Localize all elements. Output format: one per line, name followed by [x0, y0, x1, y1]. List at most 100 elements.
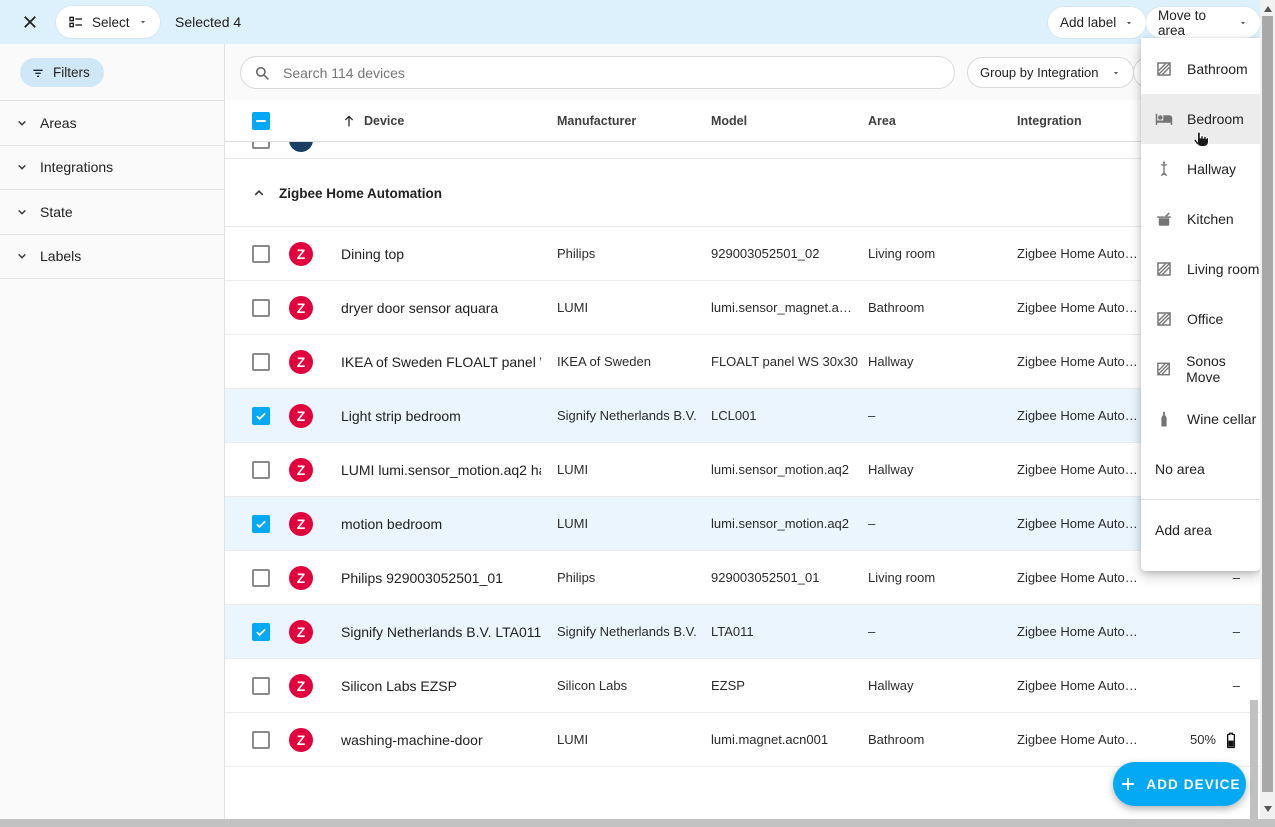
- add-label-button[interactable]: Add label: [1048, 7, 1146, 38]
- sidebar-section-labels[interactable]: Labels: [0, 235, 224, 280]
- zigbee-logo-icon: Z: [289, 512, 313, 536]
- menu-item-living-room[interactable]: Living room: [1141, 244, 1260, 294]
- table-row[interactable]: Zwashing-machine-doorLUMIlumi.magnet.acn…: [225, 713, 1260, 767]
- table-row[interactable]: ZIKEA of Sweden FLOALT panel WSIKEA of S…: [225, 335, 1260, 389]
- filters-button[interactable]: Filters: [20, 58, 104, 87]
- row-checkbox[interactable]: [252, 731, 270, 749]
- selection-toolbar: Select Selected 4 Add label Move to area: [0, 0, 1260, 44]
- row-checkbox[interactable]: [252, 142, 270, 149]
- select-list-icon: [68, 14, 84, 30]
- table-row[interactable]: ZDining topPhilips929003052501_02Living …: [225, 227, 1260, 281]
- device-area: Hallway: [868, 335, 1008, 388]
- row-checkbox[interactable]: [252, 461, 270, 479]
- selected-count: Selected 4: [175, 0, 241, 44]
- filter-sidebar: Filters AreasIntegrationsStateLabels: [0, 44, 225, 819]
- menu-item-label: Bedroom: [1187, 111, 1244, 127]
- table-row-partial[interactable]: [225, 142, 1260, 159]
- menu-item-bedroom[interactable]: Bedroom: [1141, 94, 1260, 144]
- checkbox-indeterminate[interactable]: [252, 112, 270, 130]
- device-name: Philips 929003052501_01: [341, 551, 541, 604]
- device-name: Light strip bedroom: [341, 389, 541, 442]
- column-header-device[interactable]: Device: [341, 100, 404, 142]
- menu-item-sonos-move[interactable]: Sonos Move: [1141, 344, 1260, 394]
- sidebar-section-integrations[interactable]: Integrations: [0, 146, 224, 191]
- device-model: lumi.sensor_motion.aq2: [711, 443, 859, 496]
- table-row[interactable]: Zdryer door sensor aquaraLUMIlumi.sensor…: [225, 281, 1260, 335]
- device-area: –: [868, 497, 1008, 550]
- column-header-model[interactable]: Model: [711, 100, 747, 142]
- page-scrollbar-thumb[interactable]: [1262, 16, 1273, 792]
- menu-item-hallway[interactable]: Hallway: [1141, 144, 1260, 194]
- group-by-button[interactable]: Group by Integration: [967, 57, 1134, 88]
- sidebar-sections: AreasIntegrationsStateLabels: [0, 100, 224, 279]
- group-label: Zigbee Home Automation: [279, 186, 442, 201]
- device-manufacturer: LUMI: [557, 497, 705, 550]
- chevron-down-icon: [14, 204, 30, 220]
- device-integration: Zigbee Home Automation: [1017, 713, 1143, 766]
- device-area: –: [868, 605, 1008, 658]
- table-row[interactable]: ZPhilips 929003052501_01Philips929003052…: [225, 551, 1260, 605]
- search-field[interactable]: [240, 56, 955, 89]
- device-integration: Zigbee Home Automation: [1017, 281, 1143, 334]
- page-scrollbar[interactable]: [1260, 0, 1275, 827]
- move-to-area-menu: Bathroom Bedroom Hallway Kitchen Living room…: [1141, 38, 1260, 571]
- table-row[interactable]: ZSignify Netherlands B.V. LTA011Signify …: [225, 605, 1260, 659]
- menu-item-label: Bathroom: [1187, 61, 1248, 77]
- device-name: IKEA of Sweden FLOALT panel WS: [341, 335, 541, 388]
- coat-rack-icon: [1155, 160, 1173, 178]
- caret-down-icon: [1124, 18, 1134, 28]
- row-checkbox[interactable]: [252, 569, 270, 587]
- menu-item-wine-cellar[interactable]: Wine cellar: [1141, 394, 1260, 444]
- device-area: Living room: [868, 227, 1008, 280]
- table-row[interactable]: ZSilicon Labs EZSPSilicon LabsEZSPHallwa…: [225, 659, 1260, 713]
- horizontal-scrollbar[interactable]: [0, 819, 1275, 827]
- menu-item-label: Kitchen: [1187, 211, 1234, 227]
- menu-item-office[interactable]: Office: [1141, 294, 1260, 344]
- group-header[interactable]: Zigbee Home Automation: [225, 160, 1260, 227]
- menu-item-add-area[interactable]: Add area: [1141, 505, 1260, 555]
- row-checkbox[interactable]: [252, 623, 270, 641]
- device-model: lumi.sensor_magnet.a…: [711, 281, 859, 334]
- select-mode-button[interactable]: Select: [56, 6, 160, 38]
- zigbee-logo-icon: Z: [289, 404, 313, 428]
- close-icon[interactable]: [21, 13, 39, 31]
- device-integration: Zigbee Home Automation: [1017, 497, 1143, 550]
- menu-item-bathroom[interactable]: Bathroom: [1141, 44, 1260, 94]
- column-header-area[interactable]: Area: [868, 100, 896, 142]
- device-manufacturer: LUMI: [557, 443, 705, 496]
- row-checkbox[interactable]: [252, 353, 270, 371]
- select-all-checkbox[interactable]: [252, 100, 270, 142]
- device-area: Bathroom: [868, 713, 1008, 766]
- menu-item-label: Wine cellar: [1187, 411, 1256, 427]
- table-row[interactable]: ZLight strip bedroomSignify Netherlands …: [225, 389, 1260, 443]
- chevron-down-icon: [14, 248, 30, 264]
- table-row[interactable]: Zmotion bedroomLUMIlumi.sensor_motion.aq…: [225, 497, 1260, 551]
- table-row[interactable]: ZLUMI lumi.sensor_motion.aq2 hallwayLUMI…: [225, 443, 1260, 497]
- scroll-up-icon[interactable]: [1264, 6, 1272, 12]
- texture-icon: [1155, 360, 1172, 378]
- device-integration: Zigbee Home Automation: [1017, 551, 1143, 604]
- add-device-button[interactable]: ADD DEVICE: [1113, 762, 1246, 806]
- menu-item-label: Living room: [1187, 261, 1259, 277]
- column-header-integration[interactable]: Integration: [1017, 100, 1082, 142]
- column-label: Manufacturer: [557, 114, 636, 128]
- row-checkbox[interactable]: [252, 515, 270, 533]
- device-area: Living room: [868, 551, 1008, 604]
- sidebar-section-areas[interactable]: Areas: [0, 100, 224, 146]
- table-header: Device Manufacturer Model Area Integration: [225, 100, 1260, 142]
- search-input[interactable]: [281, 64, 942, 82]
- move-to-area-button[interactable]: Move to area: [1146, 7, 1260, 38]
- menu-item-label: Hallway: [1187, 161, 1236, 177]
- table-scrollbar-thumb[interactable]: [1250, 700, 1258, 819]
- row-checkbox[interactable]: [252, 677, 270, 695]
- row-checkbox[interactable]: [252, 245, 270, 263]
- menu-item-no-area[interactable]: No area: [1141, 444, 1260, 494]
- column-header-manufacturer[interactable]: Manufacturer: [557, 100, 636, 142]
- row-checkbox[interactable]: [252, 407, 270, 425]
- search-row: Group by Integration: [225, 44, 1260, 100]
- menu-item-kitchen[interactable]: Kitchen: [1141, 194, 1260, 244]
- sidebar-section-state[interactable]: State: [0, 190, 224, 235]
- row-checkbox[interactable]: [252, 299, 270, 317]
- chevron-up-icon[interactable]: [250, 184, 268, 202]
- scroll-down-icon[interactable]: [1264, 806, 1272, 812]
